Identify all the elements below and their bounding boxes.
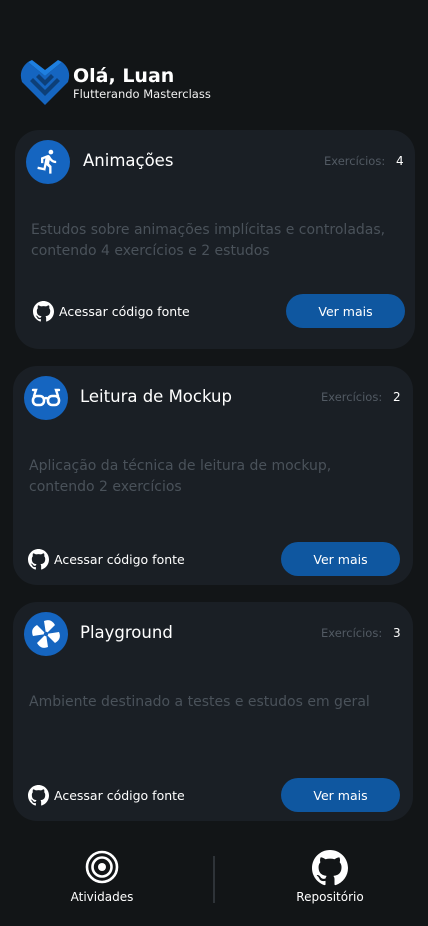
source-code-label: Acessar código fonte [54, 552, 185, 567]
running-person-icon [26, 140, 70, 184]
card-description: Aplicação da técnica de leitura de mocku… [29, 458, 332, 495]
github-icon [28, 549, 49, 570]
see-more-button[interactable]: Ver mais [281, 542, 400, 576]
glasses-icon [24, 376, 68, 420]
exercises-label: Exercícios: [324, 154, 386, 168]
header-text: Olá, Luan Flutterando Masterclass [73, 65, 211, 101]
flutterando-logo-icon [20, 60, 70, 105]
source-code-link[interactable]: Acessar código fonte [28, 549, 185, 570]
card-title: Leitura de Mockup [80, 387, 232, 406]
nav-label: Atividades [70, 890, 134, 904]
card-playground[interactable]: Playground Exercícios: 3 Ambiente destin… [13, 602, 413, 821]
source-code-label: Acessar código fonte [54, 788, 185, 803]
nav-label: Repositório [296, 890, 364, 904]
target-icon [85, 850, 119, 884]
see-more-button[interactable]: Ver mais [281, 778, 400, 812]
exercises-label: Exercícios: [321, 626, 383, 640]
exercises-count: 4 [396, 154, 404, 168]
greeting-title: Olá, Luan [73, 65, 175, 87]
greeting-subtitle: Flutterando Masterclass [73, 87, 211, 101]
github-icon [33, 301, 54, 322]
github-icon [28, 785, 49, 806]
nav-item-atividades[interactable]: Atividades [67, 850, 137, 904]
pinwheel-icon [24, 612, 68, 656]
github-icon [312, 850, 348, 886]
card-title: Animações [83, 151, 174, 170]
exercises-count: 3 [393, 626, 401, 640]
header: Olá, Luan Flutterando Masterclass [20, 58, 211, 108]
card-title: Playground [80, 623, 173, 642]
card-description: Ambiente destinado a testes e estudos em… [29, 694, 370, 710]
source-code-link[interactable]: Acessar código fonte [28, 785, 185, 806]
exercises-label: Exercícios: [321, 390, 383, 404]
exercises-count: 2 [393, 390, 401, 404]
card-animacoes[interactable]: Animações Exercícios: 4 Estudos sobre an… [15, 130, 415, 349]
nav-divider [213, 856, 215, 903]
source-code-label: Acessar código fonte [59, 304, 190, 319]
source-code-link[interactable]: Acessar código fonte [33, 301, 190, 322]
card-leitura-de-mockup[interactable]: Leitura de Mockup Exercícios: 2 Aplicaçã… [13, 366, 413, 585]
app-screen: Olá, Luan Flutterando Masterclass Animaç… [0, 0, 428, 926]
card-description: Estudos sobre animações implícitas e con… [31, 222, 386, 259]
nav-item-repositorio[interactable]: Repositório [290, 850, 370, 904]
see-more-button[interactable]: Ver mais [286, 294, 405, 328]
